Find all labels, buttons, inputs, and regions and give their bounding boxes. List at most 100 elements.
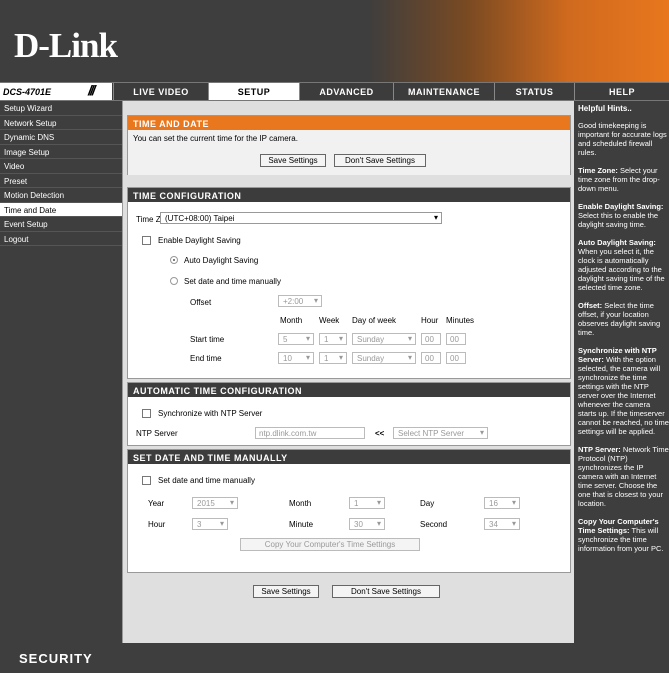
section-title-time-and-date: TIME AND DATE [128,116,570,130]
hint-enable-dst: Enable Daylight Saving: Select this to e… [578,202,669,229]
end-week-select[interactable]: 1 [319,352,347,364]
start-day-select[interactable]: Sunday [352,333,416,345]
model-label: DCS-4701E /// [0,82,112,100]
set-date-manually-radio[interactable] [170,277,178,285]
hint-ntp-server: NTP Server: Network Time Protocol (NTP) … [578,445,669,508]
ntp-arrows: << [375,429,385,438]
day-of-week-header: Day of week [352,316,397,325]
tab-advanced[interactable]: ADVANCED [299,83,393,100]
start-hour-input[interactable]: 00 [421,333,441,345]
offset-select[interactable]: +2:00 [278,295,322,307]
set-date-manually-label: Set date and time manually [158,476,255,485]
hint-offset-title: Offset: [578,301,603,310]
select-ntp-server-dropdown[interactable]: Select NTP Server [393,427,488,439]
auto-daylight-saving-label: Auto Daylight Saving [184,256,259,265]
enable-daylight-saving-label: Enable Daylight Saving [158,236,241,245]
set-date-manually-checkbox[interactable] [142,476,151,485]
dont-save-settings-button-bottom[interactable]: Don't Save Settings [332,585,440,598]
auto-daylight-saving-radio[interactable] [170,256,178,264]
top-nav: DCS-4701E /// LIVE VIDEO SETUP ADVANCED M… [0,82,669,101]
set-date-manually-dst-label: Set date and time manually [184,277,281,286]
second-select[interactable]: 34 [484,518,520,530]
slash-decoration: /// [88,82,96,98]
week-header: Week [319,316,340,325]
set-date-time-manually-section: SET DATE AND TIME MANUALLY Set date and … [127,449,571,573]
time-and-date-desc: You can set the current time for the IP … [133,134,298,143]
minute-label: Minute [289,520,314,529]
sidebar-item-video[interactable]: Video [0,159,122,174]
tab-setup[interactable]: SETUP [208,83,299,100]
second-label: Second [420,520,448,529]
month-select[interactable]: 1 [349,497,385,509]
hint-auto-dst-text: When you select it, the clock is automat… [578,247,665,292]
tab-live-video[interactable]: LIVE VIDEO [113,83,208,100]
ntp-server-input[interactable]: ntp.dlink.com.tw [255,427,365,439]
hint-auto-dst-title: Auto Daylight Saving: [578,238,656,247]
start-minute-input[interactable]: 00 [446,333,466,345]
sidebar-item-logout[interactable]: Logout [0,232,122,246]
save-settings-button-top[interactable]: Save Settings [260,154,326,167]
end-hour-input[interactable]: 00 [421,352,441,364]
start-time-label: Start time [190,335,225,344]
hint-ntp-server-title: NTP Server: [578,445,621,454]
minute-select[interactable]: 30 [349,518,385,530]
time-and-date-body: You can set the current time for the IP … [128,130,570,175]
hour-label: Hour [148,520,166,529]
sidebar-item-event-setup[interactable]: Event Setup [0,217,122,232]
enable-daylight-saving-checkbox[interactable] [142,236,151,245]
hints-title: Helpful Hints.. [578,104,632,113]
sidebar-item-image-setup[interactable]: Image Setup [0,145,122,159]
section-title-automatic-time: AUTOMATIC TIME CONFIGURATION [128,383,570,397]
start-week-select[interactable]: 1 [319,333,347,345]
day-label: Day [420,499,435,508]
hint-enable-dst-title: Enable Daylight Saving: [578,202,664,211]
save-settings-button-bottom[interactable]: Save Settings [253,585,319,598]
main-content: TIME AND DATE You can set the current ti… [122,101,574,643]
sidebar-item-motion-detection[interactable]: Motion Detection [0,188,122,203]
hint-time-zone: Time Zone: Select your time zone from th… [578,166,669,193]
dlink-logo: D-Link [14,26,118,65]
hint-ntp-sync-text: With the option selected, the camera wil… [578,355,669,436]
dont-save-settings-button-top[interactable]: Don't Save Settings [334,154,426,167]
copy-computer-time-button[interactable]: Copy Your Computer's Time Settings [240,538,420,551]
hour-header: Hour [421,316,439,325]
start-month-select[interactable]: 5 [278,333,314,345]
sync-ntp-checkbox[interactable] [142,409,151,418]
sidebar-item-setup-wizard[interactable]: Setup Wizard [0,101,122,116]
hint-time-zone-title: Time Zone: [578,166,618,175]
hint-intro: Good timekeeping is important for accura… [578,121,667,157]
hint-offset: Offset: Select the time offset, if your … [578,301,669,337]
year-select[interactable]: 2015 [192,497,238,509]
end-day-select[interactable]: Sunday [352,352,416,364]
footer: SECURITY [0,643,669,673]
sidebar-item-network-setup[interactable]: Network Setup [0,116,122,130]
hour-select[interactable]: 3 [192,518,228,530]
month-header: Month [280,316,303,325]
tab-help[interactable]: HELP [574,83,669,100]
hint-copy-time: Copy Your Computer's Time Settings: This… [578,517,669,553]
hint-ntp-server-text: Network Time Protocol (NTP) synchronizes… [578,445,669,508]
end-month-select[interactable]: 10 [278,352,314,364]
model-name: DCS-4701E [3,87,52,97]
tab-status[interactable]: STATUS [494,83,574,100]
year-label: Year [148,499,165,508]
tab-maintenance[interactable]: MAINTENANCE [393,83,494,100]
day-select[interactable]: 16 [484,497,520,509]
sidebar-item-dynamic-dns[interactable]: Dynamic DNS [0,130,122,145]
offset-label: Offset [190,298,212,307]
sync-ntp-label: Synchronize with NTP Server [158,409,263,418]
time-zone-select[interactable]: (UTC+08:00) Taipei [160,212,442,224]
time-configuration-section: TIME CONFIGURATION Time Zone (UTC+08:00)… [127,187,571,379]
section-title-set-date-manually: SET DATE AND TIME MANUALLY [128,450,570,464]
sidebar-item-time-and-date[interactable]: Time and Date [0,202,122,217]
end-minute-input[interactable]: 00 [446,352,466,364]
sidebar-item-preset[interactable]: Preset [0,174,122,188]
hint-auto-dst: Auto Daylight Saving: When you select it… [578,238,669,292]
footer-security-label: SECURITY [19,651,93,666]
hint-ntp-sync: Synchronize with NTP Server: With the op… [578,346,669,436]
hint-enable-dst-text: Select this to enable the daylight savin… [578,211,659,229]
automatic-time-configuration-section: AUTOMATIC TIME CONFIGURATION Synchronize… [127,382,571,446]
sidebar: Setup Wizard Network Setup Dynamic DNS I… [0,101,122,643]
end-time-label: End time [190,354,222,363]
helpful-hints-panel: Helpful Hints.. Good timekeeping is impo… [574,101,669,643]
